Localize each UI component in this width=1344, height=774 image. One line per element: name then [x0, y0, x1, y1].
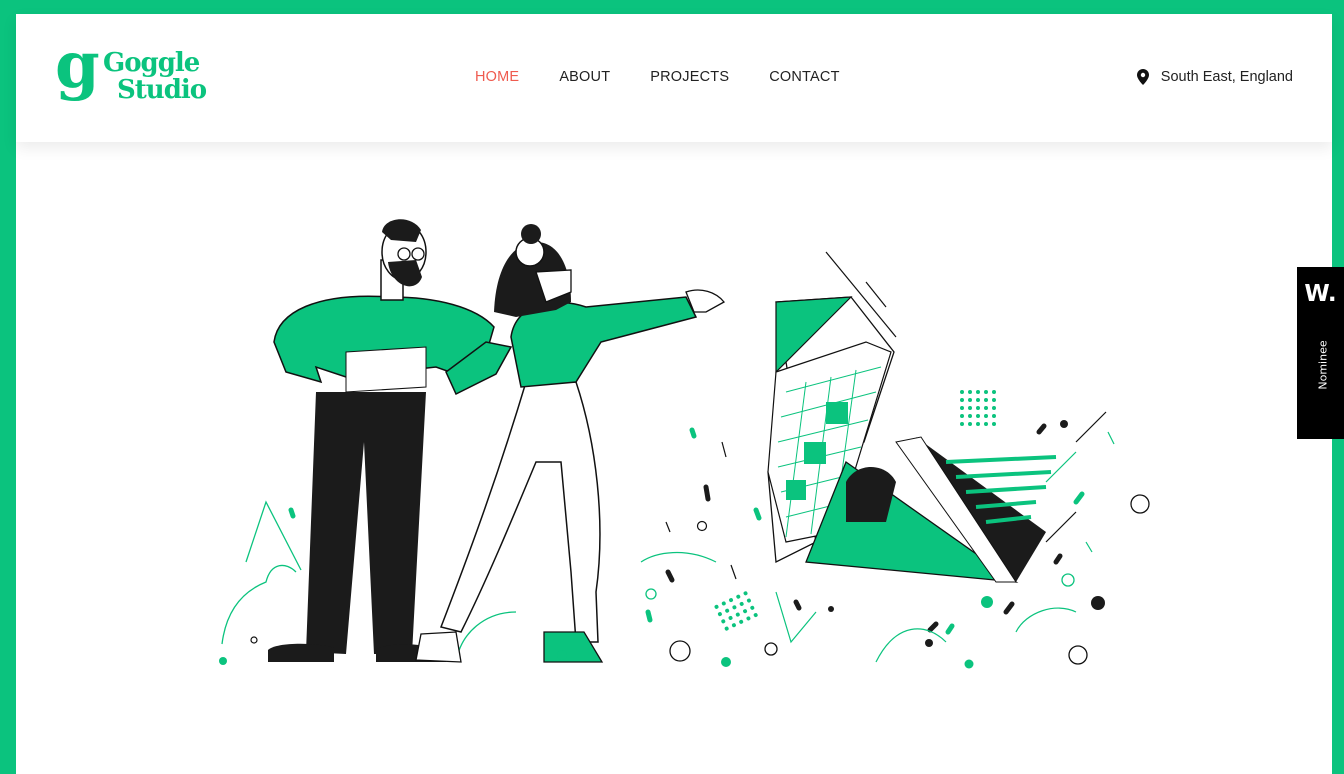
location-text: South East, England — [1160, 69, 1293, 85]
award-mark: W. — [1304, 281, 1337, 307]
award-label: Nominee — [1316, 340, 1330, 390]
nav-about[interactable]: ABOUT — [559, 69, 610, 85]
origami-swan-icon — [767, 296, 1057, 583]
logo-line-2: Studio — [117, 75, 207, 105]
nav-home[interactable]: HOME — [475, 69, 519, 85]
award-badge[interactable]: W. Nominee — [1297, 267, 1344, 439]
logo-line-1: Goggle — [103, 48, 200, 78]
logo-mark: g — [55, 28, 100, 103]
location: South East, England — [1136, 69, 1293, 85]
main-nav: HOME ABOUT PROJECTS CONTACT — [475, 69, 840, 85]
nav-contact[interactable]: CONTACT — [769, 69, 839, 85]
hero-section — [16, 142, 1332, 774]
page: g Goggle Studio HOME ABOUT PROJECTS CONT… — [16, 14, 1332, 774]
map-pin-icon — [1136, 69, 1149, 85]
logo-text: Goggle Studio — [103, 48, 207, 105]
site-header: g Goggle Studio HOME ABOUT PROJECTS CONT… — [16, 14, 1332, 142]
woman-figure-icon — [415, 224, 725, 663]
nav-projects[interactable]: PROJECTS — [650, 69, 729, 85]
hero-illustration — [219, 219, 1150, 669]
logo[interactable]: g Goggle Studio — [55, 34, 225, 112]
